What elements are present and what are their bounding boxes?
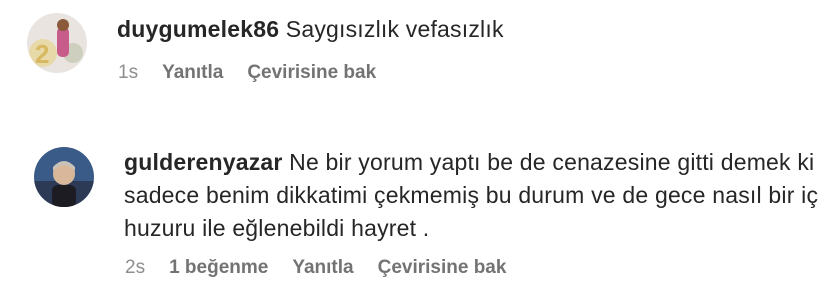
- see-translation-button[interactable]: Çevirisine bak: [378, 257, 507, 279]
- comment-text-block: duygumelek86 Saygısızlık vefasızlık: [117, 13, 817, 46]
- reply-button[interactable]: Yanıtla: [162, 62, 223, 84]
- comment-time[interactable]: 1s: [118, 62, 138, 84]
- comment-text: Saygısızlık vefasızlık: [285, 16, 504, 42]
- comment-item: gulderenyazar Ne bir yorum yaptı be de c…: [0, 130, 837, 307]
- likes-count-button[interactable]: 1 beğenme: [169, 257, 268, 279]
- comment-time[interactable]: 2s: [125, 257, 145, 279]
- avatar-image: [34, 147, 94, 207]
- comment-username[interactable]: gulderenyazar: [124, 149, 283, 175]
- svg-text:2: 2: [35, 39, 49, 69]
- comment-username[interactable]: duygumelek86: [117, 16, 279, 42]
- comment-item: 2 duygumelek86 Saygısızlık vefasızlık 1s…: [0, 0, 837, 110]
- comment-text-block: gulderenyazar Ne bir yorum yaptı be de c…: [124, 146, 824, 245]
- comment-meta: 1s Yanıtla Çevirisine bak: [118, 62, 400, 84]
- comment-meta: 2s 1 beğenme Yanıtla Çevirisine bak: [125, 257, 530, 279]
- avatar[interactable]: [34, 147, 94, 207]
- avatar[interactable]: 2: [27, 13, 87, 73]
- avatar-image: 2: [27, 13, 87, 73]
- reply-button[interactable]: Yanıtla: [292, 257, 353, 279]
- see-translation-button[interactable]: Çevirisine bak: [247, 62, 376, 84]
